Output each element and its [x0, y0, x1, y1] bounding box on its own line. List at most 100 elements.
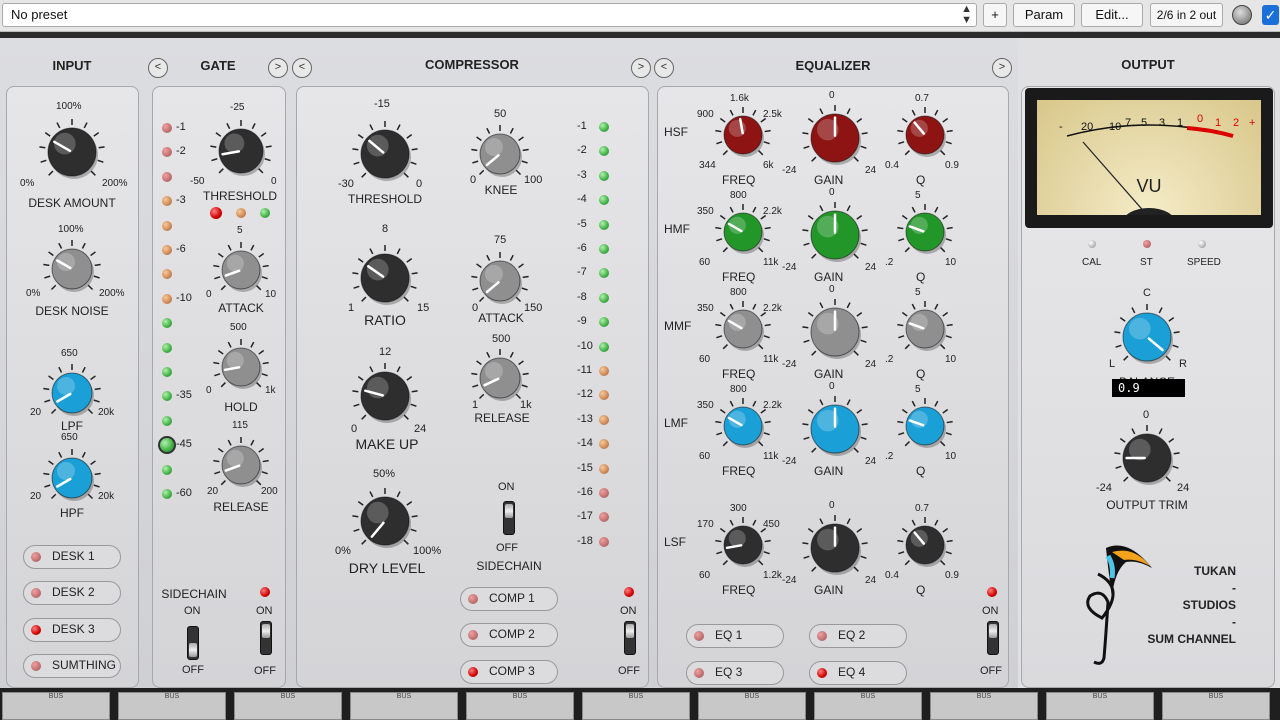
knob-tick	[764, 129, 771, 133]
eq1-button[interactable]: EQ 1	[686, 624, 784, 648]
sumthing-button[interactable]: SUMTHING	[23, 654, 121, 678]
knob-tick	[1123, 355, 1129, 361]
eq-on-toggle[interactable]	[987, 621, 999, 655]
knee-knob[interactable]	[468, 122, 532, 186]
comp-on-toggle[interactable]	[624, 621, 636, 655]
bus-slot[interactable]: BUS	[930, 692, 1038, 720]
io-button[interactable]: 2/6 in 2 out	[1150, 3, 1223, 27]
bus-slot[interactable]: BUS	[118, 692, 226, 720]
bus-slot[interactable]: BUS	[1046, 692, 1154, 720]
eq-gain-knob[interactable]	[799, 102, 871, 174]
dry-level-knob[interactable]	[349, 485, 421, 557]
bus-slot[interactable]: BUS	[350, 692, 458, 720]
desk3-button[interactable]: DESK 3	[23, 618, 121, 642]
desk-noise-knob[interactable]	[40, 237, 104, 301]
knob-tick	[861, 326, 868, 329]
eq-q-min: .2	[885, 354, 894, 365]
eq-q-knob[interactable]	[894, 298, 956, 360]
knob-body	[723, 525, 763, 565]
eq-prev-button[interactable]: <	[654, 58, 674, 78]
output-trim-knob[interactable]	[1111, 422, 1183, 494]
bus-slot[interactable]: BUS	[698, 692, 806, 720]
comp-meter-label: -1	[577, 120, 587, 132]
add-button[interactable]: +	[983, 3, 1007, 27]
makeup-knob[interactable]	[349, 360, 421, 432]
comp-threshold-knob[interactable]	[349, 118, 421, 190]
bus-slot[interactable]: BUS	[1162, 692, 1270, 720]
knob-tick	[87, 408, 94, 415]
eq-freq-knob[interactable]	[712, 104, 774, 166]
knob-tick	[261, 471, 268, 475]
desk-noise-top: 100%	[58, 224, 84, 235]
eq-freq-knob[interactable]	[712, 395, 774, 457]
bus-slot[interactable]: BUS	[582, 692, 690, 720]
comp-prev-button[interactable]: <	[292, 58, 312, 78]
comp3-button[interactable]: COMP 3	[460, 660, 558, 684]
desk2-button[interactable]: DESK 2	[23, 581, 121, 605]
globe-icon[interactable]	[1232, 5, 1252, 25]
hpf-knob[interactable]	[40, 446, 104, 510]
gate-next-button[interactable]: >	[268, 58, 288, 78]
gate-prev-button[interactable]: <	[148, 58, 168, 78]
balance-readout[interactable]: 0.9	[1112, 379, 1185, 397]
knob-tick	[361, 296, 367, 302]
desk2-led	[31, 588, 41, 598]
knob-tick	[478, 296, 485, 303]
bus-slot[interactable]: BUS	[466, 692, 574, 720]
eq2-button[interactable]: EQ 2	[809, 624, 907, 648]
eq-gain-knob[interactable]	[799, 512, 871, 584]
ratio-label: RATIO	[364, 312, 406, 328]
knob-tick	[256, 285, 262, 291]
knob-tick	[901, 527, 908, 533]
bus-slot[interactable]: BUS	[234, 692, 342, 720]
gate-attack-top: 5	[237, 225, 243, 236]
eq-q-knob[interactable]	[894, 201, 956, 263]
lpf-knob[interactable]	[40, 361, 104, 425]
gate-sidechain-toggle[interactable]	[187, 626, 199, 660]
bus-slot[interactable]: BUS	[2, 692, 110, 720]
knob-tick	[945, 432, 952, 436]
gate-hold-knob[interactable]	[210, 336, 272, 398]
comp-sidechain-toggle[interactable]	[503, 501, 515, 535]
balance-knob[interactable]	[1111, 301, 1183, 373]
knob-tick	[258, 349, 265, 355]
knob-tick	[1114, 331, 1121, 334]
eq3-button[interactable]: EQ 3	[686, 661, 784, 685]
eq-freq-knob[interactable]	[712, 201, 774, 263]
ratio-knob[interactable]	[349, 242, 421, 314]
desk-amount-knob[interactable]	[36, 116, 108, 188]
param-button[interactable]: Param	[1013, 3, 1075, 27]
gate-on-toggle[interactable]	[260, 621, 272, 655]
gate-threshold-knob[interactable]	[207, 117, 275, 185]
edit-button[interactable]: Edit...	[1081, 3, 1143, 27]
knob-tick	[48, 170, 54, 176]
bus-slot[interactable]: BUS	[814, 692, 922, 720]
eq-gain-knob[interactable]	[799, 393, 871, 465]
eq-q-knob[interactable]	[894, 514, 956, 576]
knob-body	[221, 347, 261, 387]
bypass-checkbox[interactable]: ✓	[1262, 5, 1279, 25]
gate-hold-label: HOLD	[224, 400, 258, 414]
eq-freq-label: FREQ	[722, 367, 756, 381]
knob-tick	[860, 339, 867, 343]
eq-q-knob[interactable]	[894, 104, 956, 166]
knob-tick	[90, 170, 96, 176]
comp2-button[interactable]: COMP 2	[460, 623, 558, 647]
knob-highlight	[224, 133, 245, 154]
eq-q-knob[interactable]	[894, 395, 956, 457]
gate-attack-knob[interactable]	[210, 239, 272, 301]
desk1-button[interactable]: DESK 1	[23, 545, 121, 569]
eq-next-button[interactable]: >	[992, 58, 1012, 78]
preset-select[interactable]: No preset ▲ ▼	[2, 3, 977, 27]
eq-gain-knob[interactable]	[799, 296, 871, 368]
knob-tick	[942, 311, 949, 317]
knob-graphic	[43, 364, 101, 416]
eq-freq-knob[interactable]	[712, 514, 774, 576]
comp1-button[interactable]: COMP 1	[460, 587, 558, 611]
knob-tick	[48, 460, 54, 466]
eq-freq-knob[interactable]	[712, 298, 774, 360]
eq-gain-knob[interactable]	[799, 199, 871, 271]
knob-tick	[802, 423, 809, 426]
comp-next-button[interactable]: >	[631, 58, 651, 78]
eq4-button[interactable]: EQ 4	[809, 661, 907, 685]
